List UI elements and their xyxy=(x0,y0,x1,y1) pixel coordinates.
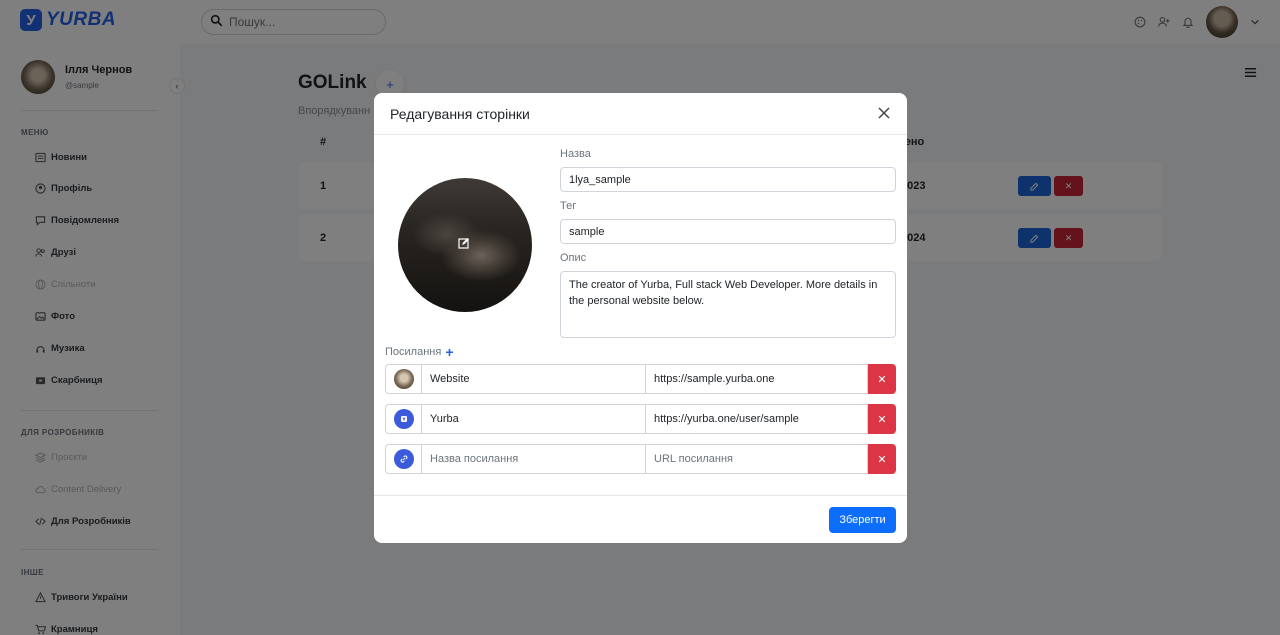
description-field[interactable]: The creator of Yurba, Full stack Web Dev… xyxy=(560,271,896,338)
link-row: ✕ xyxy=(385,444,896,474)
add-link-icon[interactable]: + xyxy=(445,344,453,360)
link-url-input[interactable] xyxy=(645,404,868,434)
link-icon-cell[interactable] xyxy=(385,444,421,474)
link-name-input[interactable] xyxy=(421,444,645,474)
link-icon-cell[interactable] xyxy=(385,364,421,394)
link-name-input[interactable] xyxy=(421,404,645,434)
name-field[interactable] xyxy=(560,167,896,192)
yurba-icon xyxy=(393,409,414,429)
tag-label: Тег xyxy=(560,200,577,212)
links-label: Посилання xyxy=(385,346,442,358)
description-label: Опис xyxy=(560,252,587,264)
modal-title: Редагування сторінки xyxy=(390,106,530,122)
delete-link-button[interactable]: ✕ xyxy=(868,444,896,474)
delete-link-button[interactable]: ✕ xyxy=(868,404,896,434)
name-label: Назва xyxy=(560,148,591,160)
close-icon[interactable] xyxy=(877,106,893,122)
modal-header: Редагування сторінки xyxy=(374,93,907,135)
save-button[interactable]: Зберегти xyxy=(829,507,896,533)
link-row: ✕ xyxy=(385,364,896,394)
tag-field[interactable] xyxy=(560,219,896,244)
avatar-icon xyxy=(393,369,414,389)
link-url-input[interactable] xyxy=(645,444,868,474)
edit-avatar-icon[interactable] xyxy=(458,237,472,251)
link-name-input[interactable] xyxy=(421,364,645,394)
link-icon xyxy=(393,449,414,469)
links-header: Посилання + xyxy=(385,344,454,360)
edit-page-modal: Редагування сторінки Назва Тег Опис The … xyxy=(374,93,907,543)
modal-footer: Зберегти xyxy=(374,495,907,543)
delete-link-button[interactable]: ✕ xyxy=(868,364,896,394)
link-icon-cell[interactable] xyxy=(385,404,421,434)
link-url-input[interactable] xyxy=(645,364,868,394)
link-row: ✕ xyxy=(385,404,896,434)
